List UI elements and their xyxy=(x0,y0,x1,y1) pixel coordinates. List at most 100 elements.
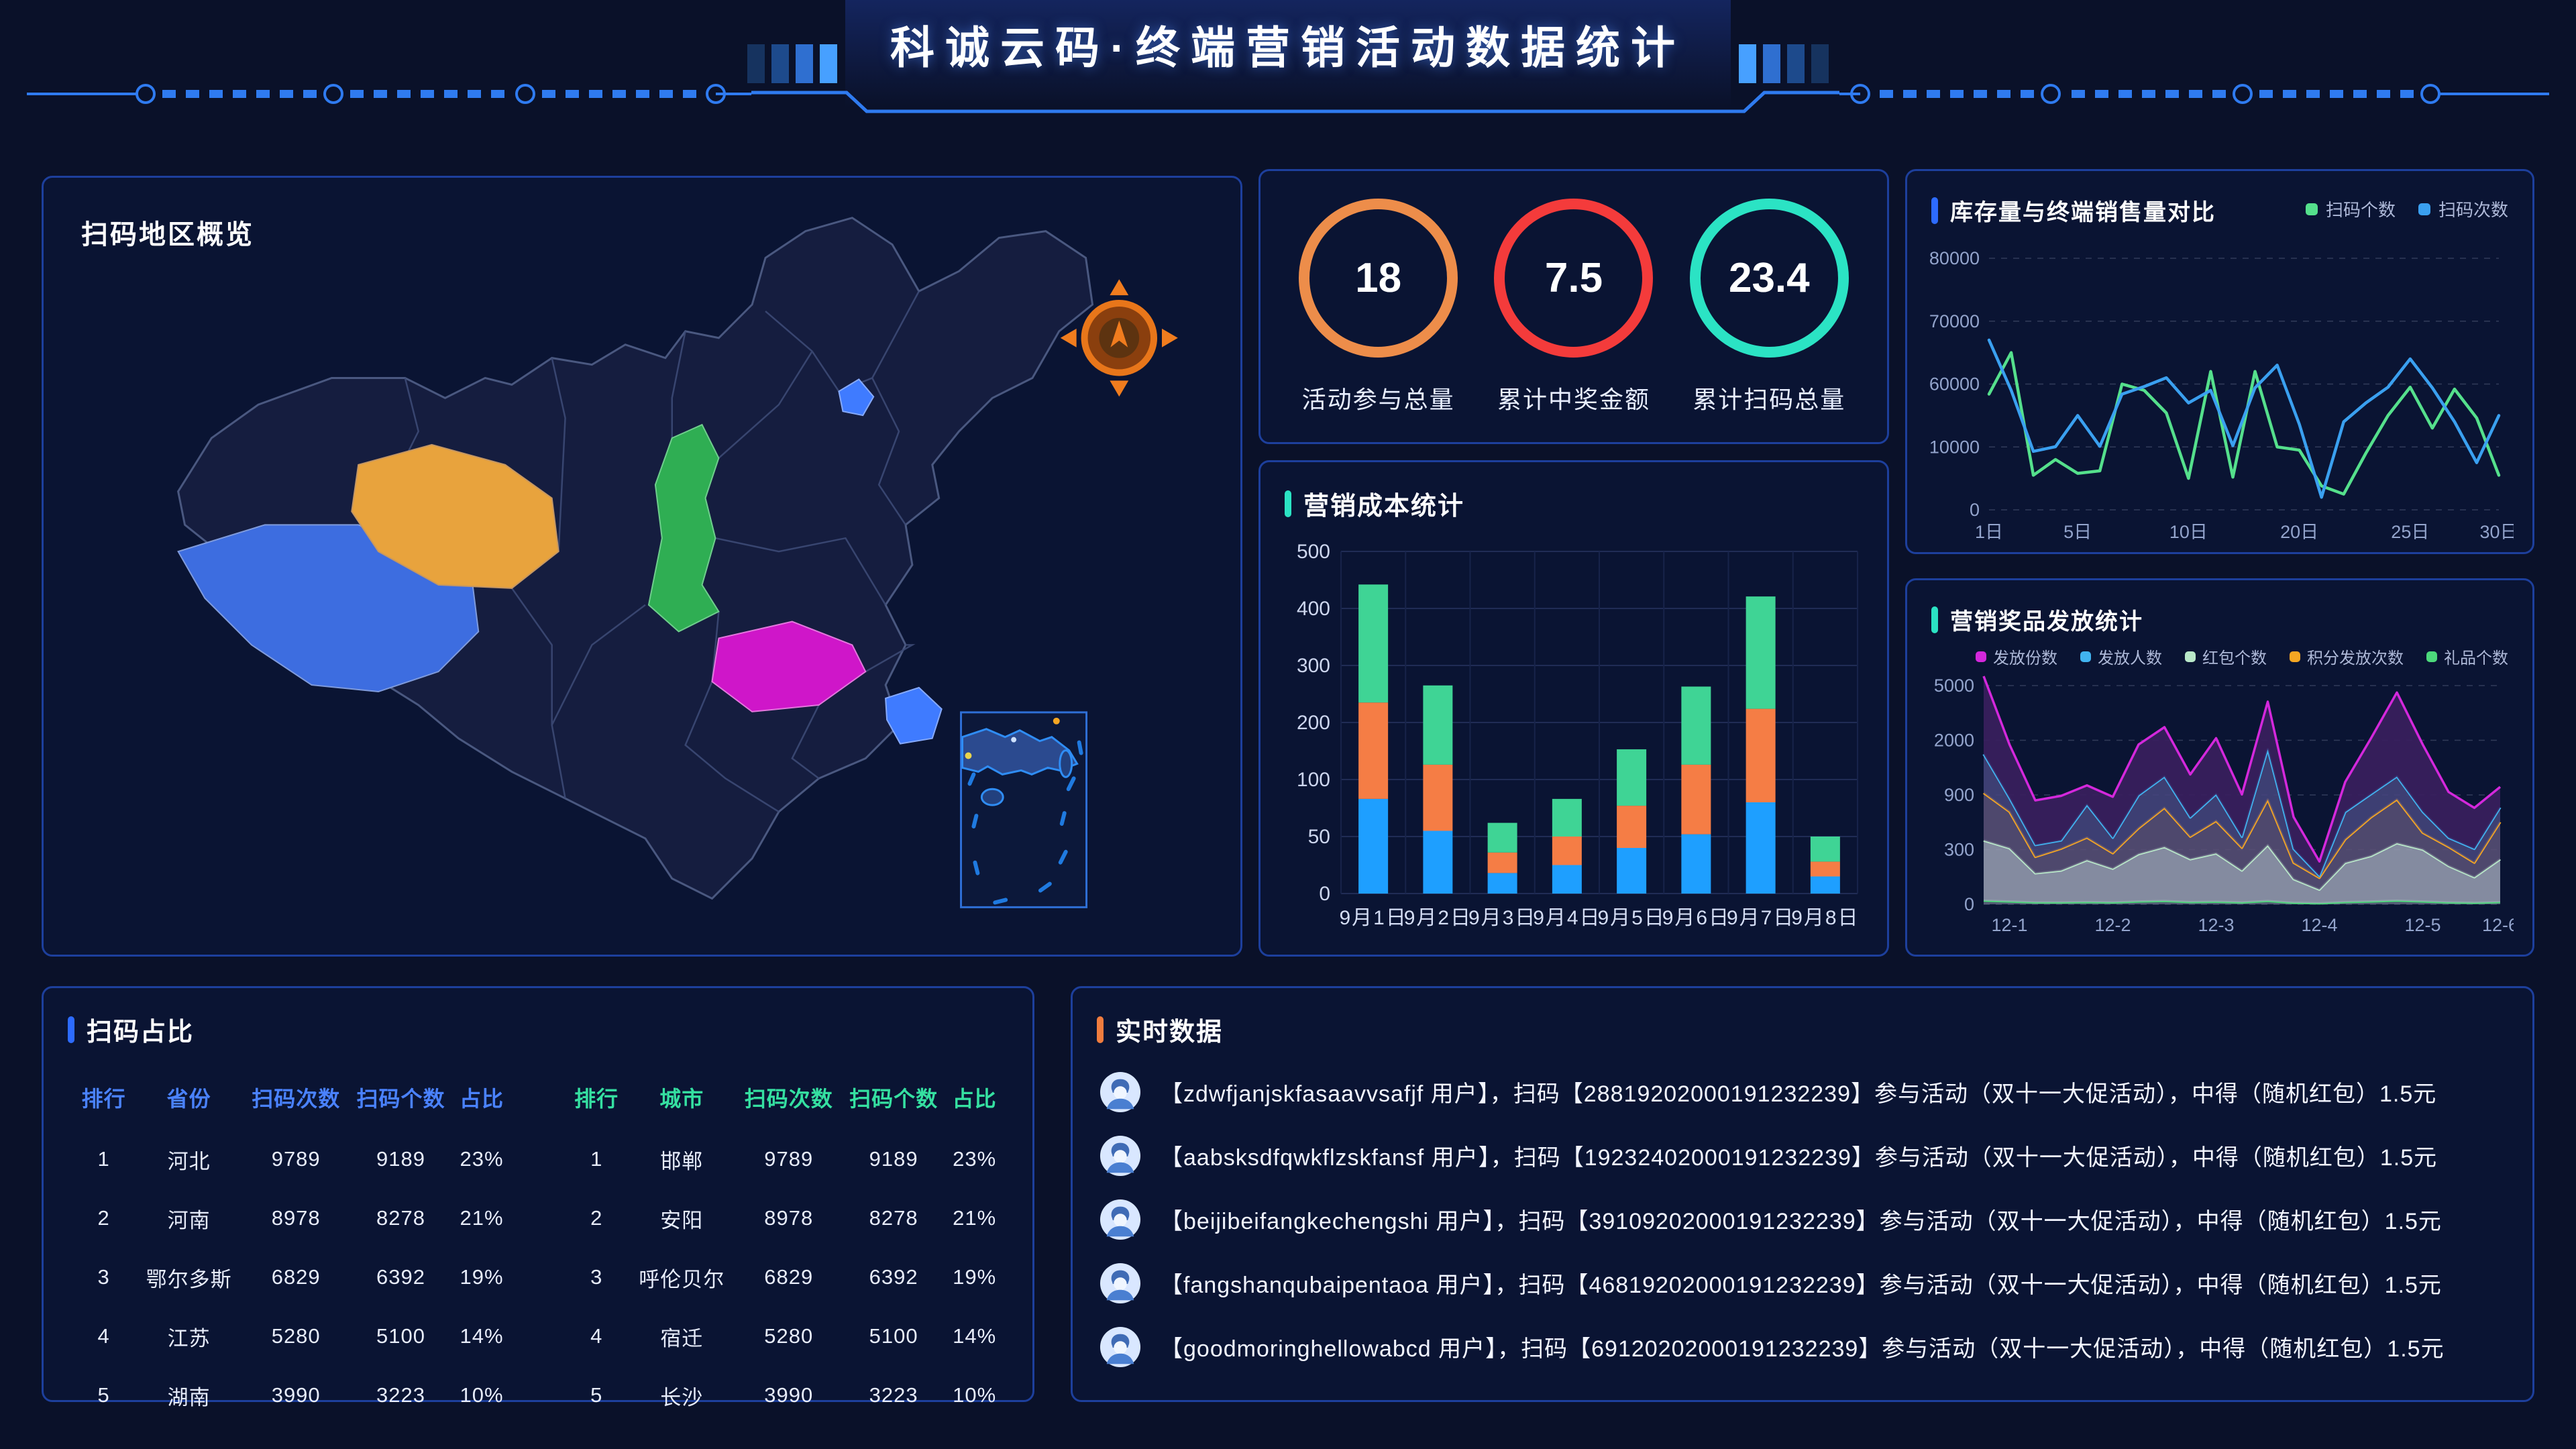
stat-value: 23.4 xyxy=(1729,254,1810,302)
table-cell: 4 xyxy=(73,1324,134,1348)
page-title: 科诚云码·终端营销活动数据统计 xyxy=(839,12,1737,76)
svg-text:9月3日: 9月3日 xyxy=(1468,907,1536,929)
svg-text:50: 50 xyxy=(1308,826,1330,848)
legend-swatch xyxy=(2290,651,2300,662)
compare-title-bar xyxy=(1931,197,1938,224)
city-table: 排行城市扫码次数扫码个数占比1邯郸9789918923%2安阳897882782… xyxy=(566,1065,1003,1425)
table-cell: 10% xyxy=(946,1383,1003,1407)
svg-text:12-4: 12-4 xyxy=(2301,915,2337,935)
legend-swatch xyxy=(1976,651,1986,662)
bar-segment[interactable] xyxy=(1358,584,1388,702)
legend-item[interactable]: 红包个数 xyxy=(2185,645,2267,668)
compare-line-chart[interactable]: 0100006000070000800001日5日10日20日25日30日 xyxy=(1925,242,2514,547)
table-cell: 5280 xyxy=(737,1324,841,1348)
table-cell: 3990 xyxy=(737,1383,841,1407)
svg-text:20日: 20日 xyxy=(2280,522,2318,542)
user-avatar-icon xyxy=(1099,1263,1141,1304)
prize-legend: 发放份数 发放人数红包个数 积分发放次数礼品个数 xyxy=(1976,645,2508,668)
bar-segment[interactable] xyxy=(1811,861,1840,876)
legend-item[interactable]: 扫码个数 xyxy=(2306,197,2396,221)
bar-segment[interactable] xyxy=(1552,799,1582,837)
table-cell: 8278 xyxy=(348,1206,453,1230)
table-cell: 8978 xyxy=(244,1206,348,1230)
svg-text:12-6: 12-6 xyxy=(2482,915,2514,935)
svg-text:0: 0 xyxy=(1319,883,1330,905)
realtime-row: 【fangshanqubaipentaoa 用户】，扫码【46819202000… xyxy=(1099,1251,2506,1315)
legend-label: 发放份数 xyxy=(1993,645,2057,668)
stat-item-2: 23.4累计扫码总量 xyxy=(1690,199,1849,415)
table-cell: 安阳 xyxy=(627,1203,737,1234)
svg-text:12-3: 12-3 xyxy=(2198,915,2234,935)
china-map[interactable] xyxy=(44,178,1240,955)
table-cell: 6829 xyxy=(244,1265,348,1289)
svg-text:900: 900 xyxy=(1944,785,1974,805)
table-cell: 3990 xyxy=(244,1383,348,1407)
scan-tables: 排行省份扫码次数扫码个数占比1河北9789918923%2河南897882782… xyxy=(44,1048,1032,1425)
bar-segment[interactable] xyxy=(1423,686,1452,765)
prize-area-chart[interactable]: 03009002000500012-112-212-312-412-512-6 xyxy=(1925,671,2514,939)
table-row: 5湖南3990322310% xyxy=(73,1366,510,1425)
legend-label: 积分发放次数 xyxy=(2307,645,2404,668)
svg-text:1日: 1日 xyxy=(1975,522,2003,542)
realtime-list: 【zdwfjanjskfasaavvsafjf 用户】，扫码【288192020… xyxy=(1073,1048,2532,1379)
cost-chart-panel: 营销成本统计 5004003002001005009月1日9月2日9月3日9月4… xyxy=(1258,460,1889,957)
bar-segment[interactable] xyxy=(1746,709,1776,802)
bar-segment[interactable] xyxy=(1488,853,1517,873)
bar-segment[interactable] xyxy=(1358,702,1388,799)
line-series[interactable] xyxy=(1989,340,2499,497)
svg-text:10日: 10日 xyxy=(2169,522,2208,542)
table-cell: 5100 xyxy=(841,1324,946,1348)
bar-segment[interactable] xyxy=(1746,802,1776,894)
scan-ratio-title: 扫码占比 xyxy=(87,1011,194,1048)
legend-swatch xyxy=(2418,203,2430,215)
bar-segment[interactable] xyxy=(1746,596,1776,708)
table-header-cell: 省份 xyxy=(134,1082,244,1113)
realtime-message: 【goodmoringhellowabcd 用户】，扫码【69120202000… xyxy=(1160,1330,2445,1363)
bar-segment[interactable] xyxy=(1681,686,1711,764)
bar-segment[interactable] xyxy=(1552,837,1582,865)
table-cell: 21% xyxy=(946,1206,1003,1230)
bar-segment[interactable] xyxy=(1617,806,1646,848)
table-cell: 6392 xyxy=(841,1265,946,1289)
legend-label: 扫码次数 xyxy=(2438,197,2508,221)
bar-segment[interactable] xyxy=(1488,873,1517,894)
bar-segment[interactable] xyxy=(1552,865,1582,894)
bar-segment[interactable] xyxy=(1488,823,1517,853)
bar-segment[interactable] xyxy=(1681,835,1711,894)
bar-segment[interactable] xyxy=(1358,799,1388,894)
cost-bar-chart[interactable]: 5004003002001005009月1日9月2日9月3日9月4日9月5日9月… xyxy=(1279,531,1870,941)
table-cell: 3223 xyxy=(348,1383,453,1407)
table-row: 4宿迁5280510014% xyxy=(566,1307,1003,1366)
realtime-row: 【beijibeifangkechengshi 用户】，扫码【391092020… xyxy=(1099,1187,2506,1251)
table-header-cell: 扫码个数 xyxy=(348,1082,453,1113)
table-row: 2安阳8978827821% xyxy=(566,1189,1003,1248)
legend-label: 发放人数 xyxy=(2098,645,2162,668)
province-jiangsu-highlight[interactable] xyxy=(885,688,942,744)
bar-segment[interactable] xyxy=(1811,837,1840,861)
bar-segment[interactable] xyxy=(1617,749,1646,806)
table-row: 4江苏5280510014% xyxy=(73,1307,510,1366)
map-panel-title: 扫码地区概览 xyxy=(81,213,254,252)
svg-text:400: 400 xyxy=(1297,598,1330,620)
bar-segment[interactable] xyxy=(1811,877,1840,894)
stat-value: 18 xyxy=(1355,254,1401,302)
realtime-title: 实时数据 xyxy=(1116,1011,1223,1048)
legend-item[interactable]: 发放份数 xyxy=(1976,645,2057,668)
bar-segment[interactable] xyxy=(1423,765,1452,831)
bar-segment[interactable] xyxy=(1423,831,1452,894)
table-cell: 1 xyxy=(73,1147,134,1171)
legend-item[interactable]: 发放人数 xyxy=(2080,645,2162,668)
bar-segment[interactable] xyxy=(1681,765,1711,835)
legend-item[interactable]: 积分发放次数 xyxy=(2290,645,2404,668)
table-cell: 呼伦贝尔 xyxy=(627,1263,737,1293)
legend-item[interactable]: 礼品个数 xyxy=(2426,645,2508,668)
legend-item[interactable]: 扫码次数 xyxy=(2418,197,2508,221)
stat-label: 活动参与总量 xyxy=(1302,380,1455,415)
realtime-message: 【fangshanqubaipentaoa 用户】，扫码【46819202000… xyxy=(1160,1267,2442,1299)
user-avatar-icon xyxy=(1099,1135,1141,1177)
table-cell: 4 xyxy=(566,1324,627,1348)
table-header-row: 排行省份扫码次数扫码个数占比 xyxy=(73,1065,510,1130)
table-cell: 8278 xyxy=(841,1206,946,1230)
table-cell: 湖南 xyxy=(134,1381,244,1411)
bar-segment[interactable] xyxy=(1617,848,1646,894)
